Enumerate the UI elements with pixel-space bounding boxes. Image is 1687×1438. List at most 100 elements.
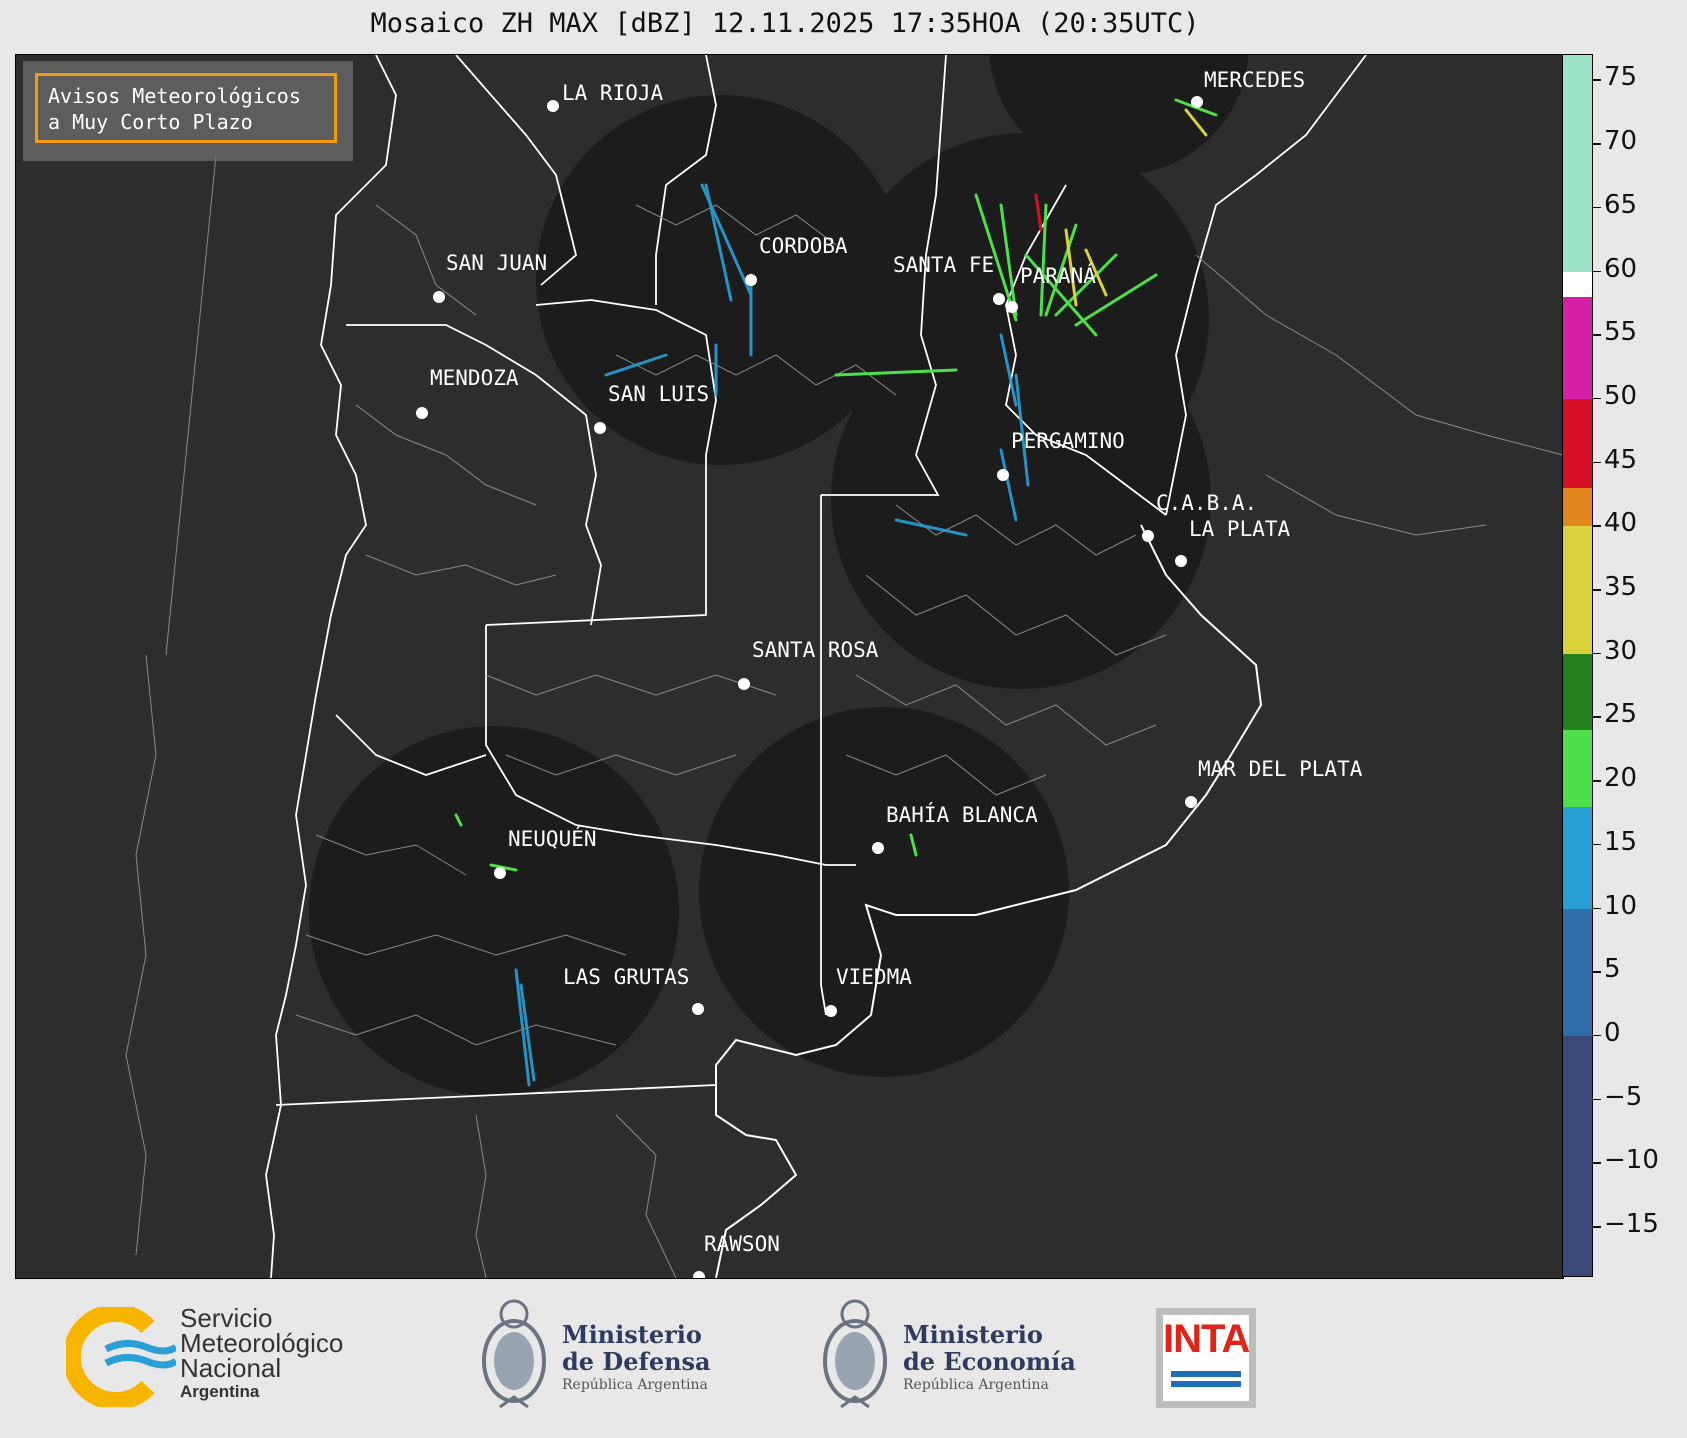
label-santa-fe: SANTA FE (893, 253, 994, 277)
colorbar-tick-mark (1593, 1098, 1601, 1101)
marker-caba (1142, 530, 1154, 542)
label-rawson: RAWSON (704, 1232, 780, 1256)
marker-pergamino (997, 469, 1009, 481)
colorbar-tick-label: 55 (1604, 317, 1638, 348)
colorbar-tick-mark (1593, 1226, 1601, 1228)
label-pergamino: PERGAMINO (1011, 429, 1125, 453)
colorbar-tick-mark (1593, 1162, 1601, 1164)
notice-line-2: a Muy Corto Plazo (48, 110, 253, 134)
colorbar-segment (1563, 908, 1592, 1036)
colorbar (1562, 54, 1593, 1277)
colorbar-tick-mark (1593, 971, 1601, 973)
colorbar-tick-label: 20 (1604, 763, 1638, 794)
colorbar-segment (1563, 653, 1592, 731)
colorbar-segment (1563, 488, 1592, 527)
notice-box[interactable]: Avisos Meteorológicos a Muy Corto Plazo (35, 73, 337, 143)
marker-san-juan (433, 291, 445, 303)
economia-line-3: República Argentina (903, 1377, 1049, 1393)
colorbar-tick-label: 35 (1604, 572, 1638, 603)
colorbar-segment (1563, 1035, 1592, 1276)
colorbar-segment (1563, 526, 1592, 654)
marker-santa-fe (993, 293, 1005, 305)
colorbar-tick-label: 50 (1604, 380, 1638, 411)
label-san-luis: SAN LUIS (608, 382, 709, 406)
marker-santa-rosa (738, 678, 750, 690)
colorbar-tick-mark (1593, 1034, 1601, 1037)
label-la-rioja: LA RIOJA (562, 81, 664, 105)
map-title: Mosaico ZH MAX [dBZ] 12.11.2025 17:35HOA… (370, 8, 1200, 39)
economia-line-2: de Economía (903, 1347, 1076, 1376)
colorbar-tick-mark (1593, 652, 1601, 655)
notice-line-1: Avisos Meteorológicos (48, 84, 301, 108)
colorbar-tick-label: 0 (1604, 1017, 1621, 1048)
radar-map[interactable]: LA RIOJA CORDOBA SAN JUAN SANTA FE PARAN… (15, 54, 1564, 1279)
radar-circle-bahia-blanca (699, 707, 1069, 1077)
economia-line-1: Ministerio (903, 1320, 1043, 1349)
label-la-plata: LA PLATA (1189, 517, 1291, 541)
label-cordoba: CORDOBA (759, 234, 848, 258)
colorbar-tick-mark (1593, 525, 1601, 527)
marker-mercedes (1191, 96, 1203, 108)
colorbar-tick-label: 70 (1604, 126, 1638, 157)
label-mar-del-plata: MAR DEL PLATA (1198, 757, 1363, 781)
colorbar-tick-mark (1593, 270, 1601, 273)
colorbar-segment (1563, 730, 1592, 807)
defensa-line-3: República Argentina (562, 1377, 708, 1393)
colorbar-tick-mark (1593, 907, 1601, 910)
colorbar-tick-mark (1593, 716, 1601, 718)
colorbar-tick-mark (1593, 589, 1601, 591)
map-canvas: LA RIOJA CORDOBA SAN JUAN SANTA FE PARAN… (125, 55, 1563, 1278)
economia-logo: Ministerio de Economía República Argenti… (821, 1297, 1081, 1417)
colorbar-tick-label: 10 (1604, 890, 1638, 921)
label-san-juan: SAN JUAN (446, 251, 547, 275)
marker-rawson (693, 1271, 705, 1278)
label-santa-rosa: SANTA ROSA (752, 638, 879, 662)
smn-logo: Servicio Meteorológico Nacional Argentin… (66, 1303, 386, 1408)
coat-of-arms-icon (482, 1299, 546, 1409)
label-bahia-blanca: BAHÍA BLANCA (886, 802, 1038, 827)
marker-mar-del-plata (1185, 796, 1197, 808)
colorbar-segment (1563, 55, 1592, 272)
colorbar-tick-label: −5 (1604, 1081, 1643, 1112)
colorbar-segment (1563, 398, 1592, 489)
colorbar-segment (1563, 271, 1592, 298)
colorbar-tick-mark (1593, 79, 1601, 81)
label-las-grutas: LAS GRUTAS (563, 965, 689, 989)
colorbar-tick-label: 30 (1604, 635, 1638, 666)
colorbar-tick-mark (1593, 843, 1601, 846)
label-mercedes: MERCEDES (1204, 68, 1305, 92)
marker-san-luis (594, 422, 606, 434)
defensa-logo: Ministerio de Defensa República Argentin… (480, 1297, 740, 1417)
label-parana: PARANÁ (1020, 263, 1096, 288)
colorbar-segment (1563, 297, 1592, 399)
marker-bahia-blanca (872, 842, 884, 854)
colorbar-tick-label: 25 (1604, 699, 1638, 730)
defensa-line-1: Ministerio (562, 1320, 702, 1349)
colorbar-tick-label: 75 (1604, 62, 1638, 93)
colorbar-tick-label: 45 (1604, 444, 1638, 475)
colorbar-tick-mark (1593, 397, 1601, 400)
colorbar-tick-mark (1593, 143, 1601, 145)
colorbar-tick-label: 5 (1604, 954, 1621, 985)
label-neuquen: NEUQUÉN (508, 826, 597, 851)
colorbar-segment (1563, 806, 1592, 909)
radar-circle-neuquen (309, 726, 679, 1096)
marker-neuquen (494, 867, 506, 879)
colorbar-tick-mark (1593, 461, 1601, 464)
radar-circle-pergamino (831, 309, 1211, 689)
smn-line-4: Argentina (180, 1382, 260, 1401)
marker-mendoza (416, 407, 428, 419)
colorbar-tick-label: 60 (1604, 253, 1638, 284)
coat-of-arms-icon (823, 1299, 887, 1409)
footer-logos: Servicio Meteorológico Nacional Argentin… (0, 1279, 1687, 1438)
marker-viedma (825, 1005, 837, 1017)
colorbar-tick-label: −10 (1604, 1145, 1659, 1176)
colorbar-tick-label: 15 (1604, 826, 1638, 857)
marker-cordoba (745, 274, 757, 286)
smn-emblem-icon (66, 1307, 176, 1407)
notice-panel: Avisos Meteorológicos a Muy Corto Plazo (23, 61, 353, 161)
defensa-line-2: de Defensa (562, 1347, 711, 1376)
smn-line-3: Nacional (180, 1353, 282, 1383)
colorbar-tick-label: 65 (1604, 189, 1638, 220)
colorbar-tick-mark (1593, 334, 1601, 336)
